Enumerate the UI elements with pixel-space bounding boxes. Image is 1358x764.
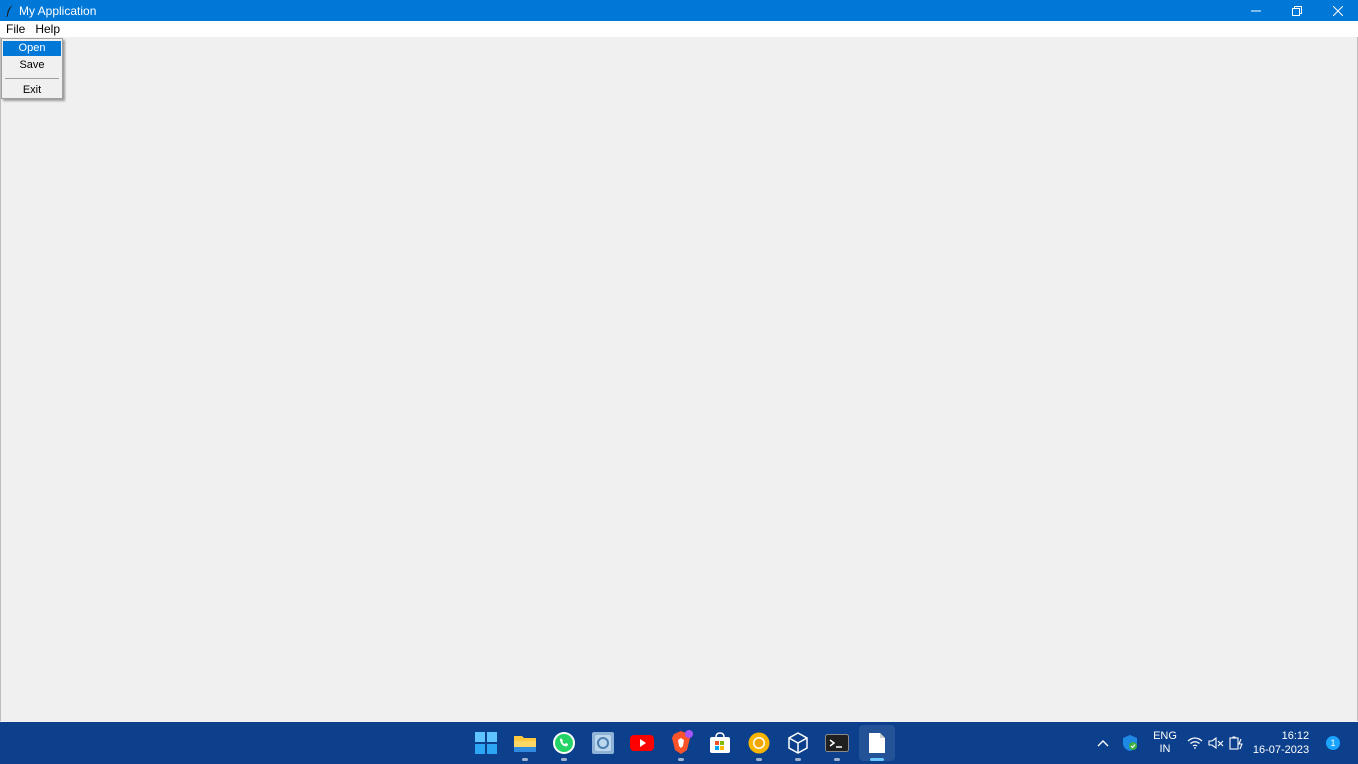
- taskbar-file-explorer[interactable]: [505, 722, 544, 764]
- menu-item-save[interactable]: Save: [3, 58, 61, 73]
- menu-item-open[interactable]: Open: [3, 41, 61, 56]
- whatsapp-icon: [552, 732, 575, 754]
- window-controls: [1235, 0, 1358, 21]
- taskbar-youtube[interactable]: [622, 722, 661, 764]
- brave-icon: [671, 730, 693, 754]
- restore-button[interactable]: [1276, 0, 1317, 21]
- clock-date: 16-07-2023: [1252, 744, 1310, 756]
- notification-badge: 1: [1326, 736, 1340, 750]
- menu-file[interactable]: File: [2, 21, 29, 37]
- language-code: ENG: [1153, 730, 1177, 742]
- menu-item-exit[interactable]: Exit: [3, 83, 61, 98]
- document-icon: [869, 733, 885, 753]
- battery-charging-icon: [1229, 736, 1243, 750]
- shield-icon: [1123, 735, 1137, 751]
- menu-separator: [5, 78, 59, 79]
- file-menu-dropdown: Open Save Exit: [1, 38, 63, 99]
- youtube-icon: [629, 735, 654, 751]
- taskbar-chrome-canary[interactable]: [739, 722, 778, 764]
- show-hidden-icons-button[interactable]: [1088, 722, 1118, 764]
- client-area: [0, 37, 1358, 721]
- clock-time: 16:12: [1281, 730, 1310, 742]
- close-button[interactable]: [1317, 0, 1358, 21]
- system-tray: ENG IN 16:12 16-07-2023 1: [1088, 722, 1358, 764]
- minimize-icon: [1250, 10, 1261, 11]
- minimize-button[interactable]: [1235, 0, 1276, 21]
- clock[interactable]: 16:12 16-07-2023: [1252, 722, 1310, 764]
- volume-button[interactable]: [1205, 722, 1227, 764]
- menu-help[interactable]: Help: [31, 21, 64, 37]
- taskbar-whatsapp[interactable]: [544, 722, 583, 764]
- taskbar-microsoft-store[interactable]: [700, 722, 739, 764]
- taskbar-virtualbox[interactable]: [778, 722, 817, 764]
- security-tray-button[interactable]: [1116, 722, 1144, 764]
- taskbar: ENG IN 16:12 16-07-2023 1: [0, 722, 1358, 764]
- taskbar-notepad[interactable]: [859, 725, 895, 761]
- photos-icon: [591, 732, 614, 754]
- feather-icon: [5, 4, 17, 18]
- windows-start-icon: [474, 732, 497, 754]
- taskbar-apps: [466, 722, 895, 764]
- wifi-button[interactable]: [1184, 722, 1206, 764]
- taskbar-photos[interactable]: [583, 722, 622, 764]
- virtualbox-icon: [787, 732, 808, 754]
- window-title: My Application: [19, 3, 97, 18]
- title-bar[interactable]: My Application: [0, 0, 1358, 21]
- taskbar-brave[interactable]: [661, 722, 700, 764]
- menu-bar: File Help: [0, 21, 1358, 37]
- taskbar-terminal[interactable]: [817, 722, 856, 764]
- start-button[interactable]: [466, 722, 505, 764]
- speaker-muted-icon: [1208, 737, 1224, 749]
- notification-center-button[interactable]: 1: [1322, 722, 1344, 764]
- language-indicator[interactable]: ENG IN: [1150, 722, 1180, 764]
- chevron-up-icon: [1097, 740, 1109, 747]
- restore-icon: [1291, 5, 1302, 16]
- close-icon: [1332, 5, 1343, 16]
- battery-button[interactable]: [1226, 722, 1248, 764]
- terminal-icon: [824, 734, 849, 752]
- wifi-icon: [1187, 737, 1203, 749]
- folder-icon: [513, 736, 536, 752]
- store-icon: [709, 732, 730, 753]
- chrome-canary-icon: [748, 732, 769, 754]
- region-code: IN: [1159, 743, 1171, 755]
